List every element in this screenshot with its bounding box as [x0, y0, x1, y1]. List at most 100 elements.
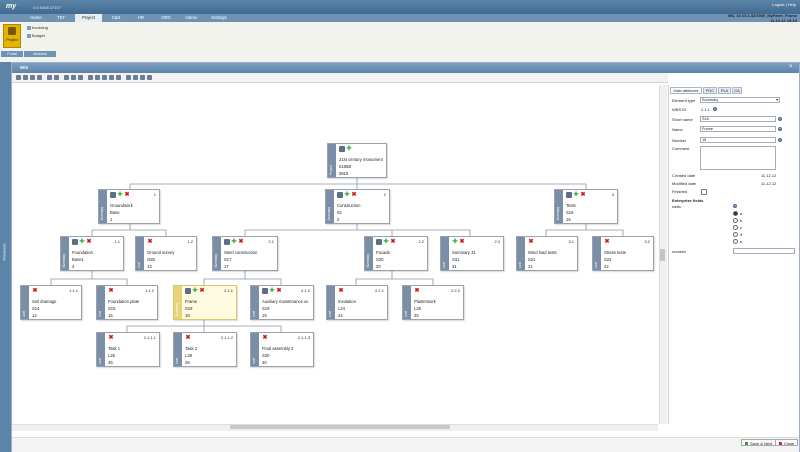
node-delete-icon[interactable]: ✖ [528, 239, 534, 245]
node-delete-icon[interactable]: ✖ [86, 239, 92, 245]
node-delete-icon[interactable]: ✖ [185, 335, 191, 341]
finished-checkbox[interactable] [701, 189, 707, 195]
wbs-node-task-1[interactable]: Leaf ✖ 2.1.1.1 Task 1 L26 26 [96, 332, 160, 367]
node-doc-icon[interactable] [110, 192, 116, 198]
node-doc-icon[interactable] [339, 146, 345, 152]
wbs-node-soil-drainage[interactable]: Leaf ✖ 1.1.1 Soil drainage S14 14 [20, 285, 82, 320]
wbs-node-steel-construction[interactable]: Summary ✚ ✖ 2.1 Steel construction S17 17 [212, 236, 278, 271]
save-next-button[interactable]: Save & Next [741, 439, 777, 446]
node-number: 15 [108, 313, 113, 318]
node-delete-icon[interactable]: ✖ [108, 335, 114, 341]
node-wbs-code: 3.2 [644, 239, 650, 244]
radio-option-b[interactable]: b [733, 218, 742, 224]
node-delete-icon[interactable]: ✖ [108, 288, 114, 294]
close-button[interactable]: Close [775, 439, 799, 446]
wbs-node-wind-load-tests[interactable]: Leaf ✖ 3.1 Wind load tests S21 21 [516, 236, 578, 271]
node-delete-icon[interactable]: ✖ [32, 288, 38, 294]
node-doc-icon[interactable] [566, 192, 572, 198]
node-number: 0815 [339, 171, 349, 176]
node-short-name: S17 [224, 257, 232, 262]
wbs-node-frame[interactable]: Summary ✚ ✖ 2.1.1 Frame S18 18 [173, 285, 237, 320]
node-add-icon[interactable]: ✚ [344, 192, 350, 198]
name-help-icon[interactable]: ? [778, 127, 782, 131]
wbs-node-stress-tests[interactable]: Leaf ✖ 3.2 Stress tests S22 22 [592, 236, 654, 271]
node-number: 28 [185, 360, 190, 365]
number-help-icon[interactable]: ? [778, 138, 782, 142]
short-name-input[interactable]: S18 [700, 116, 776, 122]
node-type-bar: Summary [99, 190, 107, 223]
node-add-icon[interactable]: ✚ [231, 239, 237, 245]
node-delete-icon[interactable]: ✖ [414, 288, 420, 294]
tab-poc[interactable]: POC [703, 87, 717, 94]
node-doc-icon[interactable] [262, 288, 268, 294]
wbs-node-construction[interactable]: Summary ✚ ✖ 2 Construction 02 2 [325, 189, 390, 224]
wbs-node-foundation[interactable]: Summary ✚ ✖ 1.1 Foundation Base1 4 [60, 236, 124, 271]
node-type: Summary [327, 207, 331, 221]
wbs-node-project[interactable]: Project ✚ 21st century monument 0185B 08… [327, 143, 387, 178]
tab-main-attributes[interactable]: Main attributes [670, 87, 702, 94]
comment-textarea[interactable] [700, 146, 776, 170]
radio-label: radio [672, 204, 681, 209]
radio-help-icon[interactable]: ? [733, 204, 737, 208]
wbs-node-tests[interactable]: Summary ✚ ✖ 3 Tests S16 16 [554, 189, 618, 224]
node-doc-icon[interactable] [337, 192, 343, 198]
node-type-bar: Leaf [251, 286, 259, 319]
node-name: Final assembly 2 [262, 346, 294, 351]
node-type: Leaf [175, 357, 179, 364]
wbs-node-auxiliary-maintenance[interactable]: Leaf ✚ ✖ 2.1.2 Auxiliary maintenance ac S… [250, 285, 314, 320]
wbs-help-icon[interactable]: ? [713, 107, 717, 111]
wbs-node-groundwork[interactable]: Summary ✚ ✖ 1 Groundwork Base 1 [98, 189, 160, 224]
wbs-node-insulation[interactable]: Leaf ✖ 2.2.1 Insulation L24 24 [326, 285, 388, 320]
name-input[interactable]: Frame [700, 126, 776, 132]
node-delete-icon[interactable]: ✖ [199, 288, 205, 294]
tab-ca[interactable]: CA [732, 87, 742, 94]
node-delete-icon[interactable]: ✖ [459, 239, 465, 245]
node-doc-icon[interactable] [72, 239, 78, 245]
node-add-icon[interactable]: ✚ [346, 146, 352, 152]
node-add-icon[interactable]: ✚ [192, 288, 198, 294]
node-add-icon[interactable]: ✚ [269, 288, 275, 294]
node-doc-icon[interactable] [376, 239, 382, 245]
number-input[interactable]: 18 [700, 137, 776, 143]
element-type-select[interactable]: Summary ▾ [700, 97, 780, 103]
node-delete-icon[interactable]: ✖ [262, 335, 268, 341]
modified-date-label: Modified date [672, 181, 697, 186]
wbs-node-task-2[interactable]: Leaf ✖ 2.1.1.2 Task 2 L28 28 [173, 332, 237, 367]
node-delete-icon[interactable]: ✖ [390, 239, 396, 245]
vertical-scroll-thumb[interactable] [660, 249, 665, 261]
short-name-help-icon[interactable]: ? [778, 117, 782, 121]
radio-option-d[interactable]: d [733, 232, 742, 238]
node-wbs-code: 2.1 [268, 239, 274, 244]
radio-option-c[interactable]: c [733, 225, 742, 231]
wbs-node-final-assembly-2[interactable]: Leaf ✖ 2.1.1.3 Final assembly 2 S30 30 [250, 332, 314, 367]
horizontal-scroll-thumb[interactable] [230, 425, 450, 429]
wbs-node-foundation-plate[interactable]: Leaf ✖ 1.1.2 Foundation plate S15 15 [96, 285, 158, 320]
node-type: Leaf [22, 310, 26, 317]
node-doc-icon[interactable] [224, 239, 230, 245]
numeric-input[interactable] [733, 248, 795, 254]
radio-option-label: e [740, 239, 743, 244]
node-delete-icon[interactable]: ✖ [338, 288, 344, 294]
node-type: Leaf [137, 261, 141, 268]
node-doc-icon[interactable] [185, 288, 191, 294]
node-add-icon[interactable]: ✚ [383, 239, 389, 245]
wbs-node-facade[interactable]: Summary ✚ ✖ 2.2 Facade S20 20 [364, 236, 428, 271]
tab-pla[interactable]: PLA [718, 87, 731, 94]
node-delete-icon[interactable]: ✖ [351, 192, 357, 198]
node-delete-icon[interactable]: ✖ [124, 192, 130, 198]
node-delete-icon[interactable]: ✖ [604, 239, 610, 245]
node-delete-icon[interactable]: ✖ [276, 288, 282, 294]
node-add-icon[interactable]: ✚ [452, 239, 458, 245]
node-delete-icon[interactable]: ✖ [238, 239, 244, 245]
node-delete-icon[interactable]: ✖ [580, 192, 586, 198]
wbs-node-plasterwork[interactable]: Leaf ✖ 2.2.2 Plasterwork L25 25 [402, 285, 464, 320]
node-add-icon[interactable]: ✚ [79, 239, 85, 245]
node-add-icon[interactable]: ✚ [117, 192, 123, 198]
node-add-icon[interactable]: ✚ [573, 192, 579, 198]
radio-option-e[interactable]: e [733, 239, 743, 245]
wbs-node-ground-survey[interactable]: Leaf ✖ 1.2 Ground survey G80 13 [135, 236, 197, 271]
wbs-node-summary-31[interactable]: Leaf ✚ ✖ 2.3 Summary 31 S31 31 [440, 236, 504, 271]
node-type-bar: Summary [61, 237, 69, 270]
node-delete-icon[interactable]: ✖ [147, 239, 153, 245]
radio-option-a[interactable]: a [733, 211, 742, 217]
